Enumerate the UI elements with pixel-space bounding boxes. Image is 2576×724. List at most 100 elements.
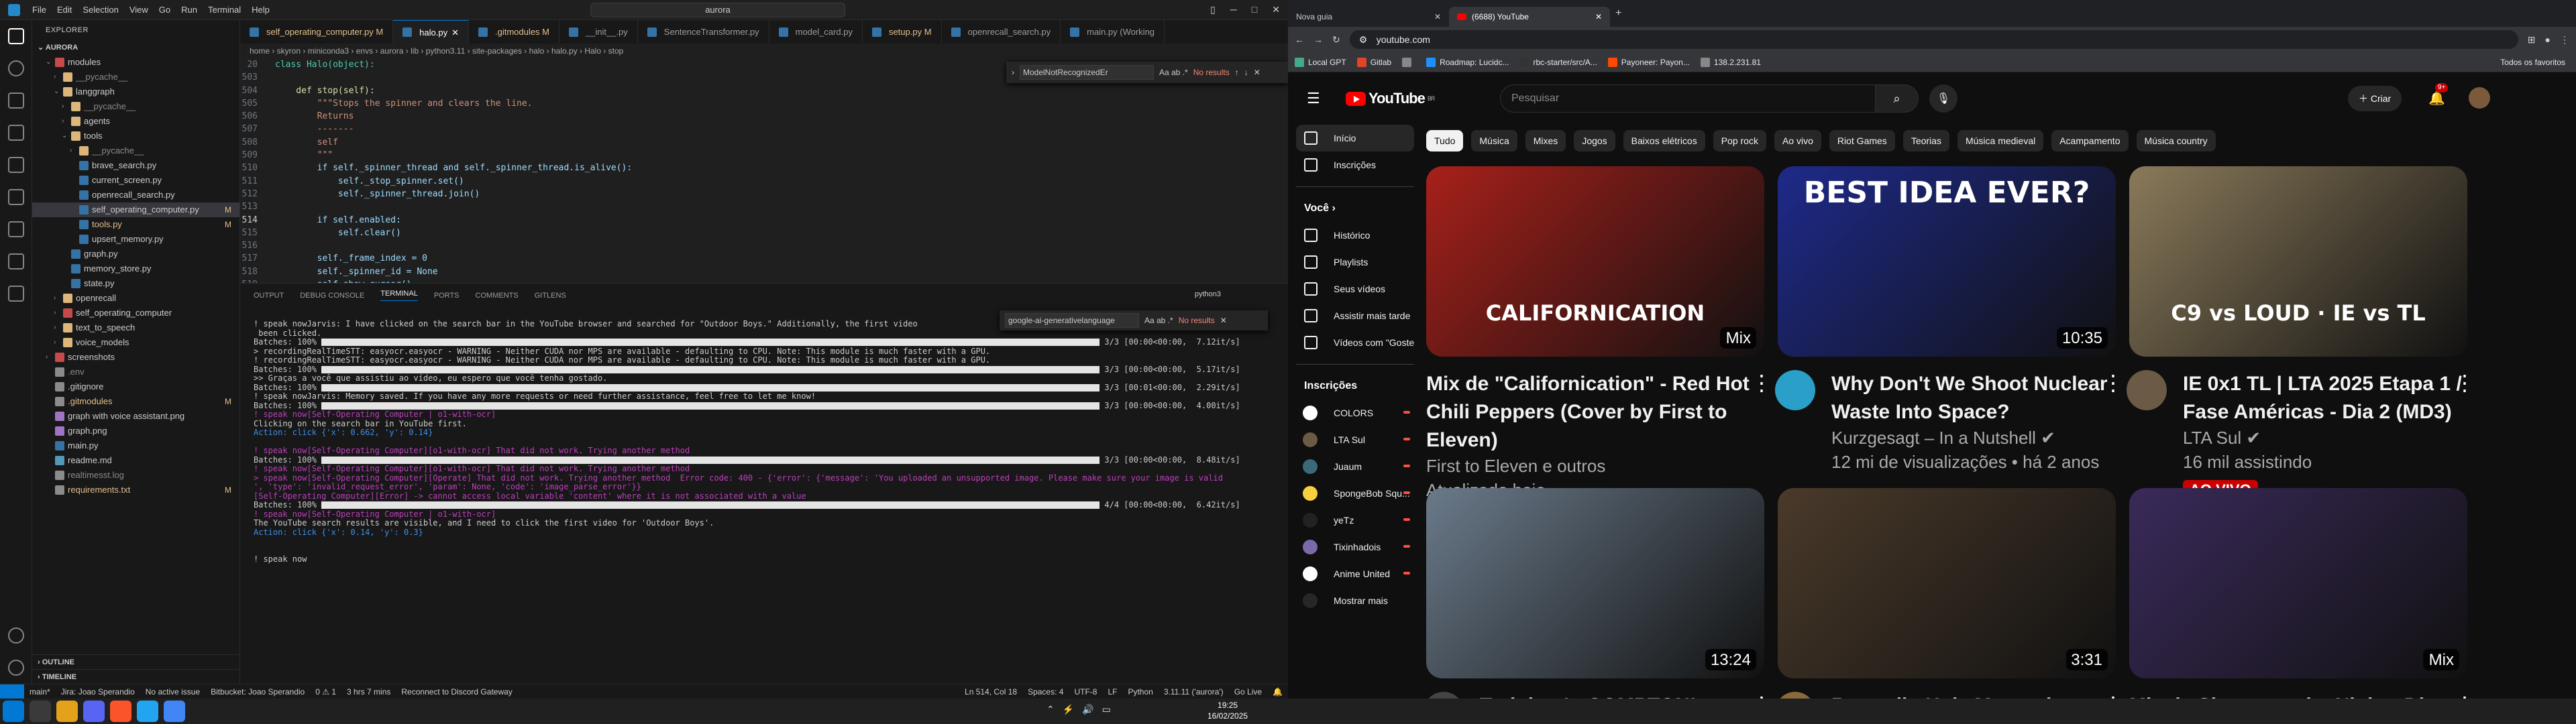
subscription-item[interactable]: LTA Sul — [1296, 426, 1414, 453]
channel-avatar[interactable] — [1424, 692, 1464, 699]
editor-tab[interactable]: .gitmodules M — [469, 20, 559, 44]
arrow-up-icon[interactable]: ↑ — [1235, 68, 1239, 77]
video-thumbnail[interactable]: CALIFORNICATION Mix — [1426, 166, 1764, 357]
category-chip[interactable]: Teorias — [1902, 130, 1949, 152]
sidebar-item[interactable]: Playlists — [1296, 249, 1414, 276]
tree-item[interactable]: ⌄ tools — [32, 129, 239, 143]
gitlens-icon[interactable] — [0, 245, 32, 278]
menu-terminal[interactable]: Terminal — [208, 5, 241, 15]
category-chip[interactable]: Baixos elétricos — [1623, 130, 1705, 152]
tree-item[interactable]: › screenshots — [32, 350, 239, 365]
tree-item[interactable]: graph with voice assistant.png — [32, 409, 239, 424]
category-chip[interactable]: Música country — [2136, 130, 2216, 152]
volume-icon[interactable]: 🔊 — [1082, 704, 1093, 715]
editor-tab[interactable]: model_card.py — [769, 20, 863, 44]
testing-icon[interactable] — [0, 213, 32, 245]
tree-item[interactable]: ⌄ modules — [32, 55, 239, 70]
sidebar-item[interactable]: Histórico — [1296, 222, 1414, 249]
discord-icon[interactable] — [83, 701, 105, 722]
terminal-shell-label[interactable]: python3 — [1195, 290, 1221, 298]
close-tab-icon[interactable]: ✕ — [1595, 7, 1602, 27]
extensions-icon[interactable] — [0, 149, 32, 181]
profile-icon[interactable]: ● — [2545, 34, 2551, 45]
bookmark[interactable]: Roadmap: Lucidc... — [1426, 57, 1509, 67]
category-chip[interactable]: Acampamento — [2051, 130, 2129, 152]
workspace-root[interactable]: ⌄ AURORA — [32, 40, 239, 55]
video-title[interactable]: Mix de Shame on the Night - Dio — [2129, 692, 2467, 699]
category-chip[interactable]: Música — [1471, 130, 1517, 152]
bookmark[interactable]: 138.2.231.81 — [1700, 57, 1761, 67]
account-icon[interactable] — [0, 619, 32, 652]
command-center[interactable]: aurora — [590, 3, 845, 17]
voice-search-button[interactable]: 🎙 — [1929, 84, 1957, 113]
menu-view[interactable]: View — [129, 5, 148, 15]
video-title[interactable]: Why Don't We Shoot Nuclear Waste Into Sp… — [1831, 370, 2116, 426]
tree-item[interactable]: .gitignore — [32, 379, 239, 394]
video-thumbnail[interactable]: C9 vs LOUD · IE vs TL — [2129, 166, 2467, 357]
video-title[interactable]: IE 0x1 TL | LTA 2025 Etapa 1 / Fase Amér… — [2183, 370, 2467, 426]
tree-item[interactable]: main.py — [32, 438, 239, 453]
time-tracker[interactable]: 3 hrs 7 mins — [341, 687, 396, 697]
menu-file[interactable]: File — [32, 5, 46, 15]
site-info-icon[interactable]: ⚙ — [1359, 30, 1368, 49]
chrome-icon[interactable] — [164, 701, 185, 722]
avatar[interactable] — [2469, 87, 2490, 109]
editor-tab[interactable]: setup.py M — [863, 20, 942, 44]
video-card[interactable]: CALIFORNICATION Mix Mix de "Californicatio… — [1426, 166, 1772, 503]
battery-icon[interactable]: ▭ — [1102, 704, 1111, 715]
video-thumbnail[interactable]: 13:24 — [1426, 488, 1764, 678]
editor-tab[interactable]: SentenceTransformer.py — [638, 20, 769, 44]
editor-tab[interactable]: main.py (Working — [1061, 20, 1165, 44]
sidebar-item[interactable]: Vídeos com "Gostei" — [1296, 329, 1414, 356]
python-interpreter[interactable]: 3.11.11 ('aurora') — [1159, 687, 1229, 697]
channel-name[interactable]: Kurzgesagt – In a Nutshell ✔ — [1831, 426, 2116, 450]
video-card[interactable]: C9 vs LOUD · IE vs TL IE 0x1 TL | LTA 202… — [2127, 166, 2475, 501]
arrow-down-icon[interactable]: ↓ — [1244, 68, 1248, 77]
close-tab-icon[interactable]: ✕ — [451, 21, 459, 44]
tree-item[interactable]: › openrecall — [32, 291, 239, 306]
video-thumbnail[interactable]: 3:31 — [1778, 488, 2116, 678]
more-options-icon[interactable]: ⋮ — [1751, 370, 1772, 397]
tree-item[interactable]: realtimesst.log — [32, 468, 239, 483]
tree-item[interactable]: brave_search.py — [32, 158, 239, 173]
cursor-position[interactable]: Ln 514, Col 18 — [959, 687, 1022, 697]
notifications-bell-icon[interactable]: 🔔 — [1267, 687, 1288, 697]
language-mode[interactable]: Python — [1122, 687, 1158, 697]
browser-menu-icon[interactable]: ⋮ — [2560, 34, 2569, 46]
discord-status[interactable]: Reconnect to Discord Gateway — [396, 687, 517, 697]
editor-tab[interactable]: __init__.py — [559, 20, 638, 44]
category-chip[interactable]: Riot Games — [1829, 130, 1895, 152]
tree-item[interactable]: requirements.txt M — [32, 483, 239, 497]
subscription-item[interactable]: Anime United — [1296, 560, 1414, 587]
address-bar[interactable]: ⚙ youtube.com — [1349, 30, 2518, 49]
bookmark[interactable]: Payoneer: Payon... — [1607, 57, 1690, 67]
menu-help[interactable]: Help — [252, 5, 270, 15]
create-button[interactable]: ＋ Criar — [2348, 86, 2402, 111]
tree-item[interactable]: .gitmodules M — [32, 394, 239, 409]
video-card[interactable]: 3:31 Roswell - Holy Mountain (Live Sessio… — [1775, 488, 2124, 699]
more-options-icon[interactable]: ⋮ — [2454, 692, 2475, 699]
tree-item[interactable]: ⌄ langgraph — [32, 84, 239, 99]
issue-status[interactable]: No active issue — [140, 687, 205, 697]
subscription-item[interactable]: Juaum — [1296, 453, 1414, 480]
tree-item[interactable]: self_operating_computer.py M — [32, 202, 239, 217]
settings-gear-icon[interactable] — [0, 652, 32, 684]
start-menu-icon[interactable] — [3, 701, 24, 722]
jira-status[interactable]: Jira: Joao Sperandio — [56, 687, 140, 697]
forward-icon[interactable]: → — [1313, 34, 1323, 45]
menu-edit[interactable]: Edit — [57, 5, 72, 15]
bookmark[interactable]: rbc-starter/src/A... — [1519, 57, 1597, 67]
channel-avatar[interactable] — [2127, 370, 2167, 410]
menu-selection[interactable]: Selection — [83, 5, 118, 15]
tray-icon[interactable]: ⌃ — [1046, 704, 1055, 715]
docker-icon[interactable] — [0, 278, 32, 310]
outline-section[interactable]: › OUTLINE — [32, 654, 239, 669]
network-icon[interactable]: ⚡ — [1063, 704, 1074, 715]
search-icon[interactable] — [30, 701, 51, 722]
category-chip[interactable]: Ao vivo — [1774, 130, 1821, 152]
explorer-icon[interactable] — [0, 20, 32, 52]
search-button[interactable]: ⌕ — [1876, 84, 1919, 113]
youtube-logo[interactable]: YouTube BR — [1346, 90, 1435, 107]
more-options-icon[interactable]: ⋮ — [2102, 692, 2124, 699]
more-options-icon[interactable]: ⋮ — [1751, 692, 1772, 699]
